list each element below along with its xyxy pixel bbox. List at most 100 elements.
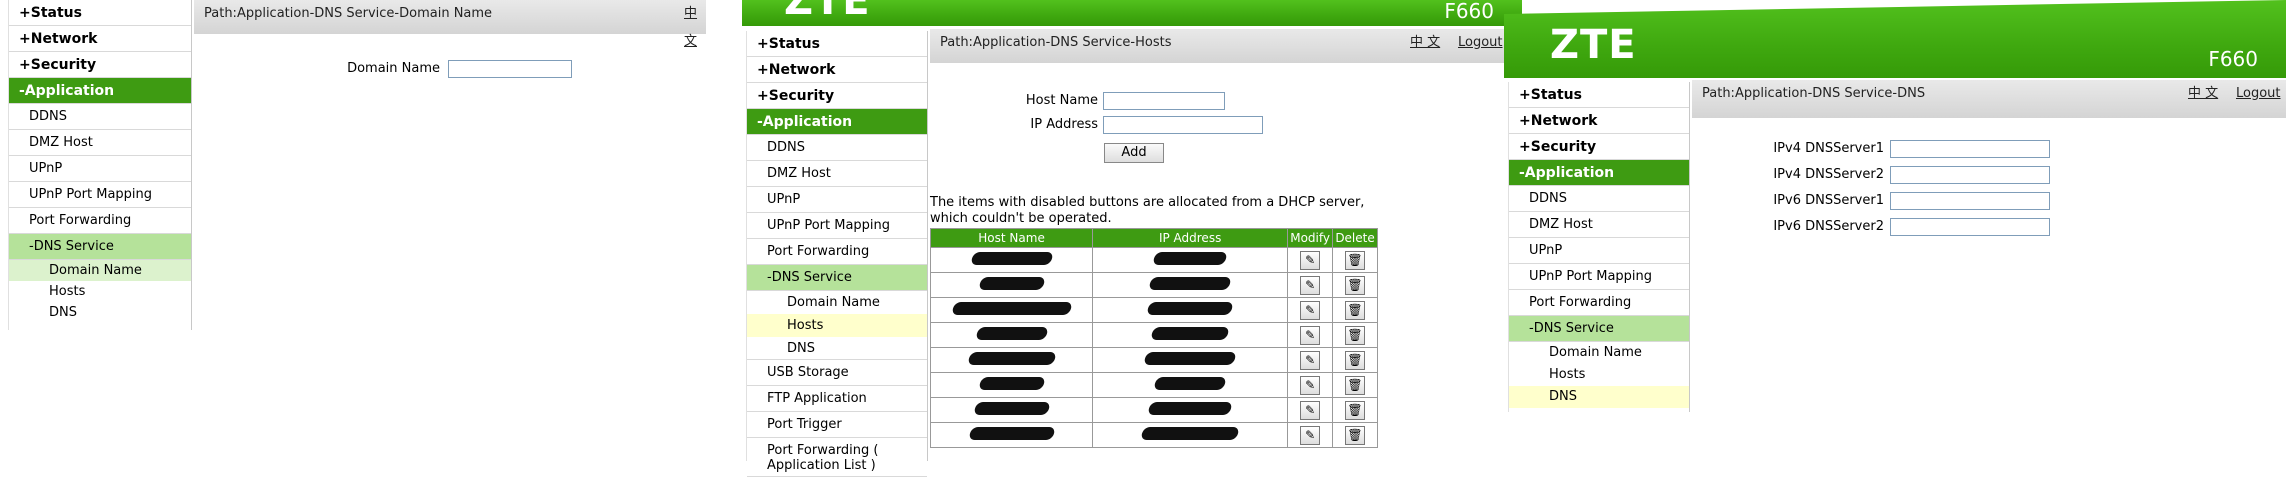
nav-dns[interactable]: DNS bbox=[1509, 386, 1689, 408]
domain-name-input[interactable] bbox=[448, 60, 572, 78]
nav-ftp-application[interactable]: FTP Application bbox=[747, 386, 927, 412]
ipv6-dns2-label: IPv6 DNSServer2 bbox=[1773, 219, 1884, 234]
nav-port-forwarding[interactable]: Port Forwarding bbox=[1509, 290, 1689, 316]
edit-pencil-icon[interactable]: ✎ bbox=[1300, 325, 1321, 345]
nav-port-trigger[interactable]: Port Trigger bbox=[747, 412, 927, 438]
nav-dmz-host[interactable]: DMZ Host bbox=[1509, 212, 1689, 238]
edit-pencil-icon[interactable]: ✎ bbox=[1300, 400, 1321, 420]
modify-cell: ✎ bbox=[1287, 372, 1334, 398]
nav-port-forwarding-app-list[interactable]: Port Forwarding ( Application List ) bbox=[747, 438, 927, 477]
nav-upnp[interactable]: UPnP bbox=[1509, 238, 1689, 264]
nav-domain-name[interactable]: Domain Name bbox=[1509, 342, 1689, 364]
ip-cell bbox=[1092, 247, 1289, 273]
sidebar-nav: +Status +Network +Security -Application … bbox=[1508, 82, 1690, 412]
ip-cell bbox=[1092, 422, 1289, 448]
nav-status[interactable]: +Status bbox=[1509, 82, 1689, 108]
table-row: ✎ 🗑 bbox=[929, 372, 1378, 398]
redaction-mark bbox=[1153, 377, 1227, 390]
nav-ddns[interactable]: DDNS bbox=[1509, 186, 1689, 212]
nav-usb-storage[interactable]: USB Storage bbox=[747, 360, 927, 386]
delete-cell: 🗑 bbox=[1332, 422, 1378, 448]
trash-can-icon[interactable]: 🗑 bbox=[1345, 250, 1366, 270]
nav-port-forwarding[interactable]: Port Forwarding bbox=[9, 208, 191, 234]
trash-can-icon[interactable]: 🗑 bbox=[1345, 350, 1366, 370]
ip-cell bbox=[1092, 297, 1289, 323]
nav-dns-service[interactable]: -DNS Service bbox=[1509, 316, 1689, 342]
nav-upnp[interactable]: UPnP bbox=[9, 156, 191, 182]
table-header-row: Host Name IP Address Modify Delete bbox=[929, 228, 1378, 248]
ip-address-input[interactable] bbox=[1103, 116, 1263, 134]
edit-pencil-icon[interactable]: ✎ bbox=[1300, 275, 1321, 295]
ip-cell bbox=[1092, 347, 1289, 373]
delete-cell: 🗑 bbox=[1332, 297, 1378, 323]
table-row: ✎ 🗑 bbox=[929, 247, 1378, 273]
nav-hosts[interactable]: Hosts bbox=[9, 281, 191, 302]
delete-cell: 🗑 bbox=[1332, 372, 1378, 398]
nav-port-forwarding[interactable]: Port Forwarding bbox=[747, 239, 927, 265]
nav-status[interactable]: +Status bbox=[747, 31, 927, 57]
trash-can-icon[interactable]: 🗑 bbox=[1345, 425, 1366, 445]
host-name-input[interactable] bbox=[1103, 92, 1225, 110]
ipv4-dns1-input[interactable] bbox=[1890, 140, 2050, 158]
redaction-mark bbox=[969, 252, 1054, 265]
edit-pencil-icon[interactable]: ✎ bbox=[1300, 350, 1321, 370]
nav-upnp-port-mapping[interactable]: UPnP Port Mapping bbox=[9, 182, 191, 208]
modify-cell: ✎ bbox=[1287, 297, 1334, 323]
ipv6-dns1-input[interactable] bbox=[1890, 192, 2050, 210]
header-banner: ZTE F660 bbox=[742, 0, 1522, 26]
nav-ddns[interactable]: DDNS bbox=[747, 135, 927, 161]
nav-security[interactable]: +Security bbox=[747, 83, 927, 109]
modify-cell: ✎ bbox=[1287, 397, 1334, 423]
breadcrumb: Path:Application-DNS Service-Domain Name bbox=[204, 6, 493, 21]
nav-dmz-host[interactable]: DMZ Host bbox=[9, 130, 191, 156]
nav-dns-service[interactable]: -DNS Service bbox=[9, 234, 191, 260]
nav-application[interactable]: -Application bbox=[747, 109, 927, 135]
nav-network[interactable]: +Network bbox=[9, 26, 191, 52]
nav-network[interactable]: +Network bbox=[747, 57, 927, 83]
redaction-mark bbox=[1150, 327, 1230, 340]
trash-can-icon[interactable]: 🗑 bbox=[1345, 325, 1366, 345]
logout-link[interactable]: Logout bbox=[2236, 80, 2281, 108]
table-row: ✎ 🗑 bbox=[929, 272, 1378, 298]
nav-ddns[interactable]: DDNS bbox=[9, 104, 191, 130]
nav-dmz-host[interactable]: DMZ Host bbox=[747, 161, 927, 187]
nav-application[interactable]: -Application bbox=[9, 78, 191, 104]
host-cell bbox=[929, 272, 1094, 298]
trash-can-icon[interactable]: 🗑 bbox=[1345, 400, 1366, 420]
trash-can-icon[interactable]: 🗑 bbox=[1345, 300, 1366, 320]
nav-upnp-port-mapping[interactable]: UPnP Port Mapping bbox=[1509, 264, 1689, 290]
nav-upnp-port-mapping[interactable]: UPnP Port Mapping bbox=[747, 213, 927, 239]
domain-name-label: Domain Name bbox=[347, 61, 440, 76]
nav-domain-name[interactable]: Domain Name bbox=[9, 260, 191, 281]
redaction-mark bbox=[1152, 252, 1228, 265]
trash-can-icon[interactable]: 🗑 bbox=[1345, 375, 1366, 395]
trash-can-icon[interactable]: 🗑 bbox=[1345, 275, 1366, 295]
logout-link[interactable]: Logout bbox=[1458, 29, 1503, 57]
nav-network[interactable]: +Network bbox=[1509, 108, 1689, 134]
nav-application[interactable]: -Application bbox=[1509, 160, 1689, 186]
nav-upnp[interactable]: UPnP bbox=[747, 187, 927, 213]
nav-dns-service[interactable]: -DNS Service bbox=[747, 265, 927, 291]
nav-dns[interactable]: DNS bbox=[9, 302, 191, 323]
edit-pencil-icon[interactable]: ✎ bbox=[1300, 375, 1321, 395]
nav-security[interactable]: +Security bbox=[9, 52, 191, 78]
edit-pencil-icon[interactable]: ✎ bbox=[1300, 425, 1321, 445]
language-link[interactable]: 中 文 bbox=[2188, 80, 2218, 108]
nav-security[interactable]: +Security bbox=[1509, 134, 1689, 160]
edit-pencil-icon[interactable]: ✎ bbox=[1300, 250, 1321, 270]
nav-status[interactable]: +Status bbox=[9, 0, 191, 26]
redaction-mark bbox=[1146, 302, 1234, 315]
nav-domain-name[interactable]: Domain Name bbox=[747, 291, 927, 314]
ipv4-dns2-input[interactable] bbox=[1890, 166, 2050, 184]
nav-dns[interactable]: DNS bbox=[747, 337, 927, 360]
zte-logo: ZTE bbox=[1550, 22, 1637, 68]
nav-hosts[interactable]: Hosts bbox=[1509, 364, 1689, 386]
nav-hosts[interactable]: Hosts bbox=[747, 314, 927, 337]
modify-cell: ✎ bbox=[1287, 347, 1334, 373]
language-link[interactable]: 中 文 bbox=[1410, 29, 1440, 57]
delete-cell: 🗑 bbox=[1332, 272, 1378, 298]
ipv6-dns2-input[interactable] bbox=[1890, 218, 2050, 236]
edit-pencil-icon[interactable]: ✎ bbox=[1300, 300, 1321, 320]
ip-cell bbox=[1092, 272, 1289, 298]
add-button[interactable]: Add bbox=[1104, 143, 1164, 163]
